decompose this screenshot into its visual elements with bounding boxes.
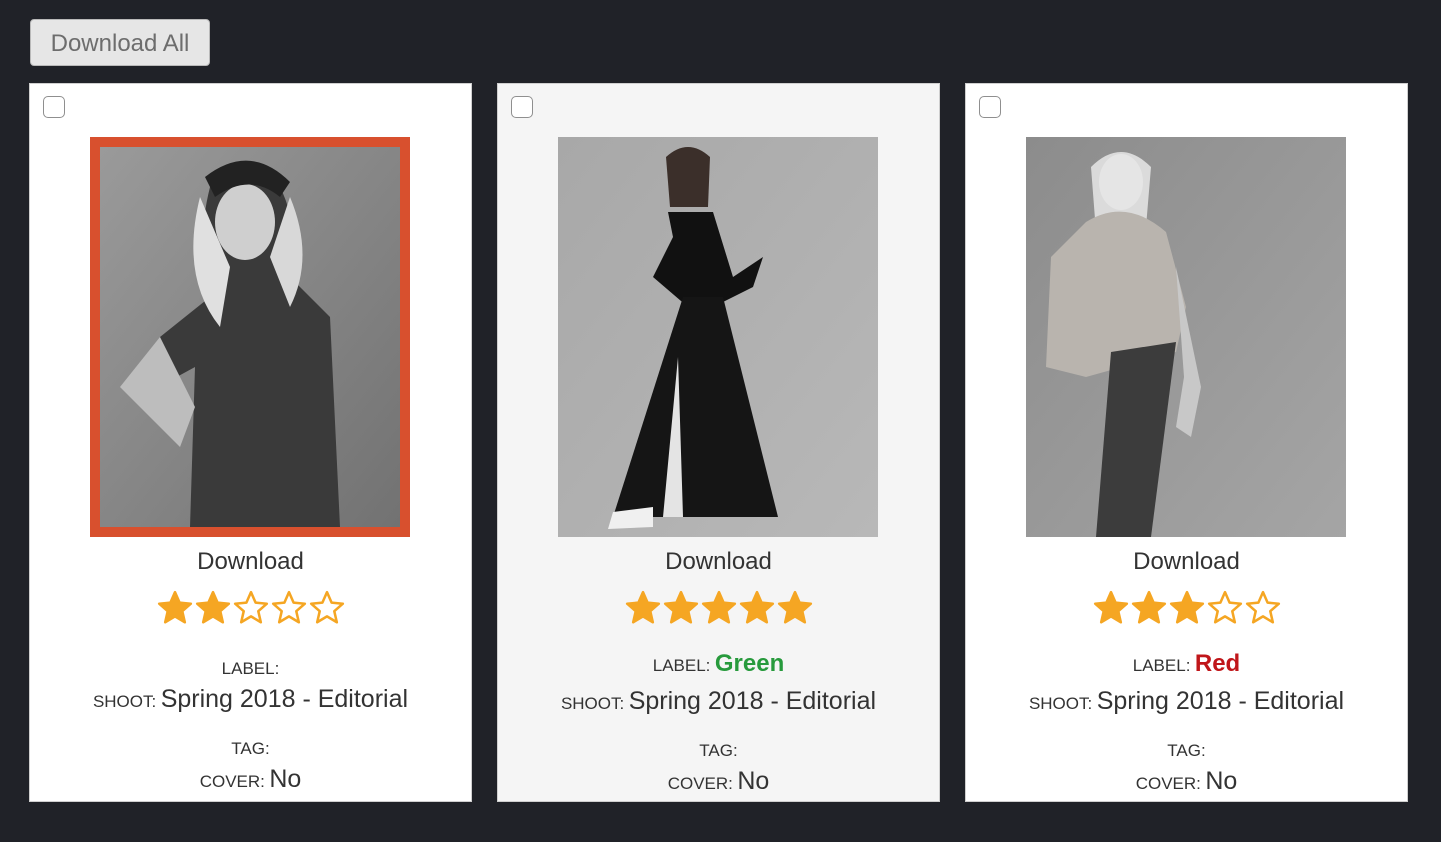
star-filled-icon[interactable] — [662, 589, 700, 627]
shoot-value: Spring 2018 - Editorial — [160, 685, 409, 713]
star-empty-icon[interactable] — [270, 589, 308, 627]
cover-value: No — [737, 767, 770, 795]
photo-thumbnail[interactable] — [1026, 137, 1346, 537]
label-key: LABEL: — [221, 659, 280, 678]
photo-thumbnail[interactable] — [558, 137, 878, 537]
star-filled-icon[interactable] — [1168, 589, 1206, 627]
shoot-field: SHOOT: Spring 2018 - Editorial — [966, 687, 1407, 716]
shoot-key: SHOOT: — [1028, 694, 1093, 713]
label-value: Red — [1194, 650, 1241, 677]
tag-field: TAG: — [966, 734, 1407, 763]
star-empty-icon[interactable] — [232, 589, 270, 627]
star-filled-icon[interactable] — [1092, 589, 1130, 627]
photo-card: Download LABEL: Green SHOOT: Spring 2018… — [497, 83, 940, 802]
label-value: Green — [714, 650, 785, 677]
shoot-key: SHOOT: — [560, 694, 625, 713]
shoot-value: Spring 2018 - Editorial — [1096, 687, 1345, 715]
label-key: LABEL: — [1132, 656, 1191, 675]
tag-key: TAG: — [699, 741, 738, 760]
photo-card: Download LABEL: SHOOT: Spring 2018 - Edi… — [29, 83, 472, 802]
select-checkbox[interactable] — [511, 96, 533, 118]
label-key: LABEL: — [652, 656, 711, 675]
tag-field: TAG: — [30, 732, 471, 761]
tag-key: TAG: — [1167, 741, 1206, 760]
download-all-button[interactable]: Download All — [30, 19, 210, 66]
cover-key: COVER: — [199, 772, 265, 791]
select-checkbox[interactable] — [43, 96, 65, 118]
shoot-value: Spring 2018 - Editorial — [628, 687, 877, 715]
cover-value: No — [1205, 767, 1238, 795]
star-rating[interactable] — [966, 589, 1407, 627]
star-empty-icon[interactable] — [1244, 589, 1282, 627]
shoot-field: SHOOT: Spring 2018 - Editorial — [498, 687, 939, 716]
download-link[interactable]: Download — [498, 548, 939, 576]
label-field: LABEL: Red — [966, 650, 1407, 678]
photo-thumbnail[interactable] — [90, 137, 410, 537]
cover-field: COVER: No — [498, 767, 939, 796]
star-filled-icon[interactable] — [776, 589, 814, 627]
download-link[interactable]: Download — [30, 548, 471, 576]
select-checkbox[interactable] — [979, 96, 1001, 118]
star-filled-icon[interactable] — [1130, 589, 1168, 627]
cover-field: COVER: No — [966, 767, 1407, 796]
star-filled-icon[interactable] — [738, 589, 776, 627]
download-link[interactable]: Download — [966, 548, 1407, 576]
photo-card: Download LABEL: Red SHOOT: Spring 2018 -… — [965, 83, 1408, 802]
star-filled-icon[interactable] — [700, 589, 738, 627]
label-field: LABEL: — [30, 652, 471, 681]
cover-key: COVER: — [1135, 774, 1201, 793]
star-rating[interactable] — [30, 589, 471, 627]
star-rating[interactable] — [498, 589, 939, 627]
cover-value: No — [269, 765, 302, 793]
star-empty-icon[interactable] — [308, 589, 346, 627]
cover-field: COVER: No — [30, 765, 471, 794]
star-filled-icon[interactable] — [194, 589, 232, 627]
tag-key: TAG: — [231, 739, 270, 758]
star-filled-icon[interactable] — [156, 589, 194, 627]
label-field: LABEL: Green — [498, 650, 939, 678]
star-filled-icon[interactable] — [624, 589, 662, 627]
cover-key: COVER: — [667, 774, 733, 793]
shoot-field: SHOOT: Spring 2018 - Editorial — [30, 685, 471, 714]
star-empty-icon[interactable] — [1206, 589, 1244, 627]
tag-field: TAG: — [498, 734, 939, 763]
shoot-key: SHOOT: — [92, 692, 157, 711]
